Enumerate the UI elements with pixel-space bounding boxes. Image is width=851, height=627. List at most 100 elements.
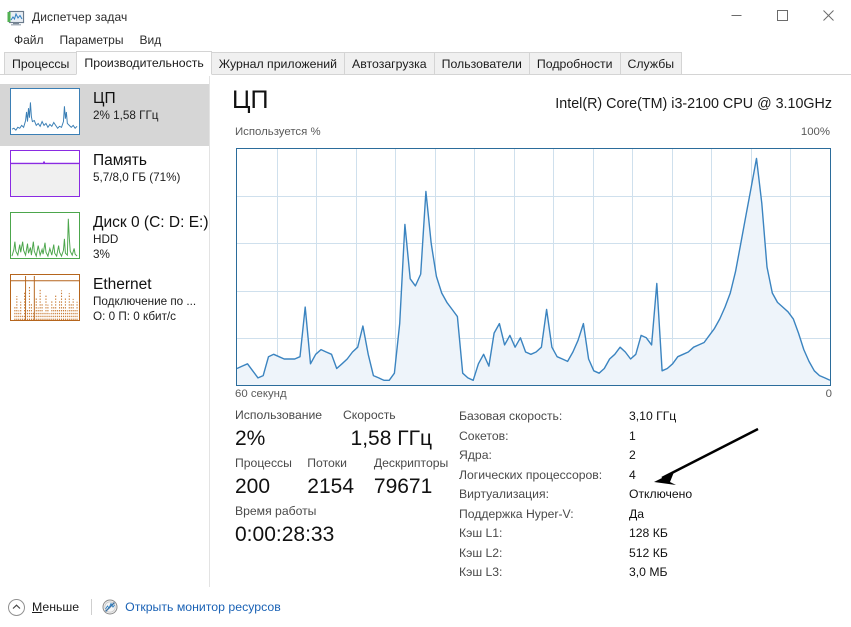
sidebar-item-memory[interactable]: Память 5,7/8,0 ГБ (71%) [0,146,209,208]
maximize-button[interactable] [759,0,805,31]
spec-label-logical-processors: Логических процессоров: [459,466,629,486]
tab-list: Процессы Производительность Журнал прило… [4,51,681,75]
minimize-button[interactable] [713,0,759,31]
chart-y-axis-label: Используется % [235,126,321,138]
stats-row-counts: Процессы 200 Потоки 2154 Дескрипторы 796… [235,454,450,502]
menu-view[interactable]: Вид [133,31,169,49]
spec-value-logical-processors: 4 [629,466,636,486]
cpu-subtitle: 2% 1,58 ГГц [93,108,159,123]
spec-value-cores: 2 [629,446,636,466]
chevron-up-icon[interactable] [8,599,25,616]
spec-label-l3-cache: Кэш L3: [459,563,629,583]
stats-row-uptime: Время работы 0:00:28:33 [235,502,450,550]
ethernet-info: Ethernet Подключение по ... О: 0 П: 0 кб… [93,274,196,324]
status-separator [91,599,92,615]
panel-header: ЦП Intel(R) Core(TM) i3-2100 CPU @ 3.10G… [232,85,832,115]
cpu-chart-svg [237,149,830,385]
page-title: ЦП [232,85,268,115]
stat-threads: Потоки 2154 [307,454,374,502]
stats-row-usage-speed: Использование 2% Скорость 1,58 ГГц [235,406,450,454]
menu-options[interactable]: Параметры [54,31,132,49]
chart-bottom-labels: 60 секунд 0 [235,388,832,400]
spec-row-cores: Ядра: 2 [459,446,759,466]
task-manager-icon [7,10,25,26]
memory-thumbnail-graph [10,150,80,197]
spec-value-l3-cache: 3,0 МБ [629,563,667,583]
ethernet-subtitle-1: Подключение по ... [93,294,196,309]
spec-label-virtualization: Виртуализация: [459,485,629,505]
spec-row-l1-cache: Кэш L1: 128 КБ [459,524,759,544]
ethernet-thumbnail-graph [10,274,80,321]
cpu-utilization-chart[interactable] [236,148,831,386]
task-manager-window: Диспетчер задач Файл Параметры Вид Проце… [0,0,851,627]
stat-usage-value: 2% [235,424,343,454]
fewer-details-accesskey: М [32,600,42,614]
stat-usage: Использование 2% [235,406,343,454]
spec-label-cores: Ядра: [459,446,629,466]
chart-x-range-label: 60 секунд [235,388,287,400]
title-bar: Диспетчер задач [0,0,851,34]
disk-subtitle-1: HDD [93,232,209,247]
close-button[interactable] [805,0,851,31]
memory-title: Память [93,151,180,170]
stat-threads-label: Потоки [307,454,374,472]
disk-info: Диск 0 (C: D: E:) HDD 3% [93,212,209,262]
stat-handles: Дескрипторы 79671 [374,454,450,502]
stat-uptime: Время работы 0:00:28:33 [235,502,334,550]
sidebar-item-disk[interactable]: Диск 0 (C: D: E:) HDD 3% [0,208,209,270]
spec-label-l1-cache: Кэш L1: [459,524,629,544]
ethernet-subtitle-2: О: 0 П: 0 кбит/с [93,309,196,324]
disk-thumbnail-graph [10,212,80,259]
stat-handles-value: 79671 [374,472,450,502]
stat-speed: Скорость 1,58 ГГц [343,406,450,454]
resource-sidebar: ЦП 2% 1,58 ГГц Память 5,7/8,0 ГБ (71%) [0,76,210,587]
spec-label-sockets: Сокетов: [459,427,629,447]
status-bar: Меньше Открыть монитор ресурсов [0,587,851,627]
cpu-thumbnail-graph [10,88,80,135]
disk-title: Диск 0 (C: D: E:) [93,213,209,232]
spec-value-sockets: 1 [629,427,636,447]
chart-y-max-label: 100% [801,126,830,138]
spec-value-hyperv: Да [629,505,644,525]
spec-row-l2-cache: Кэш L2: 512 КБ [459,544,759,564]
tab-app-history[interactable]: Журнал приложений [211,52,345,75]
spec-value-base-speed: 3,10 ГГц [629,407,676,427]
stat-speed-value: 1,58 ГГц [343,424,450,454]
tab-users[interactable]: Пользователи [434,52,530,75]
spec-row-logical-processors: Логических процессоров: 4 [459,466,759,486]
spec-value-l2-cache: 512 КБ [629,544,668,564]
memory-subtitle: 5,7/8,0 ГБ (71%) [93,170,180,185]
resource-monitor-icon [102,599,118,615]
memory-info: Память 5,7/8,0 ГБ (71%) [93,150,180,185]
stat-uptime-label: Время работы [235,502,334,520]
stat-processes-label: Процессы [235,454,307,472]
spec-value-virtualization: Отключено [629,485,692,505]
tab-services[interactable]: Службы [620,52,683,75]
spec-row-sockets: Сокетов: 1 [459,427,759,447]
stat-processes: Процессы 200 [235,454,307,502]
sidebar-item-cpu[interactable]: ЦП 2% 1,58 ГГц [0,84,209,146]
cpu-stats-right: Базовая скорость: 3,10 ГГц Сокетов: 1 Яд… [459,407,759,583]
cpu-model-name: Intel(R) Core(TM) i3-2100 CPU @ 3.10GHz [555,96,832,112]
tab-details[interactable]: Подробности [529,52,621,75]
spec-label-l2-cache: Кэш L2: [459,544,629,564]
fewer-details-button[interactable]: Меньше [32,600,79,614]
fewer-details-label: еньше [42,600,79,614]
cpu-info: ЦП 2% 1,58 ГГц [93,88,159,123]
sidebar-item-ethernet[interactable]: Ethernet Подключение по ... О: 0 П: 0 кб… [0,270,209,332]
performance-panel: ЦП Intel(R) Core(TM) i3-2100 CPU @ 3.10G… [211,76,851,587]
chart-x-zero-label: 0 [826,388,832,400]
stat-speed-label: Скорость [343,406,450,424]
tab-processes[interactable]: Процессы [4,52,77,75]
menu-bar: Файл Параметры Вид [0,30,851,50]
tab-performance[interactable]: Производительность [76,51,211,75]
ethernet-title: Ethernet [93,275,196,294]
stat-usage-label: Использование [235,406,343,424]
spec-row-l3-cache: Кэш L3: 3,0 МБ [459,563,759,583]
menu-file[interactable]: Файл [8,31,52,49]
tab-startup[interactable]: Автозагрузка [344,52,435,75]
open-resource-monitor-link[interactable]: Открыть монитор ресурсов [125,600,281,614]
chart-top-labels: Используется % 100% [235,126,830,138]
window-controls [713,0,851,31]
stat-processes-value: 200 [235,472,307,502]
